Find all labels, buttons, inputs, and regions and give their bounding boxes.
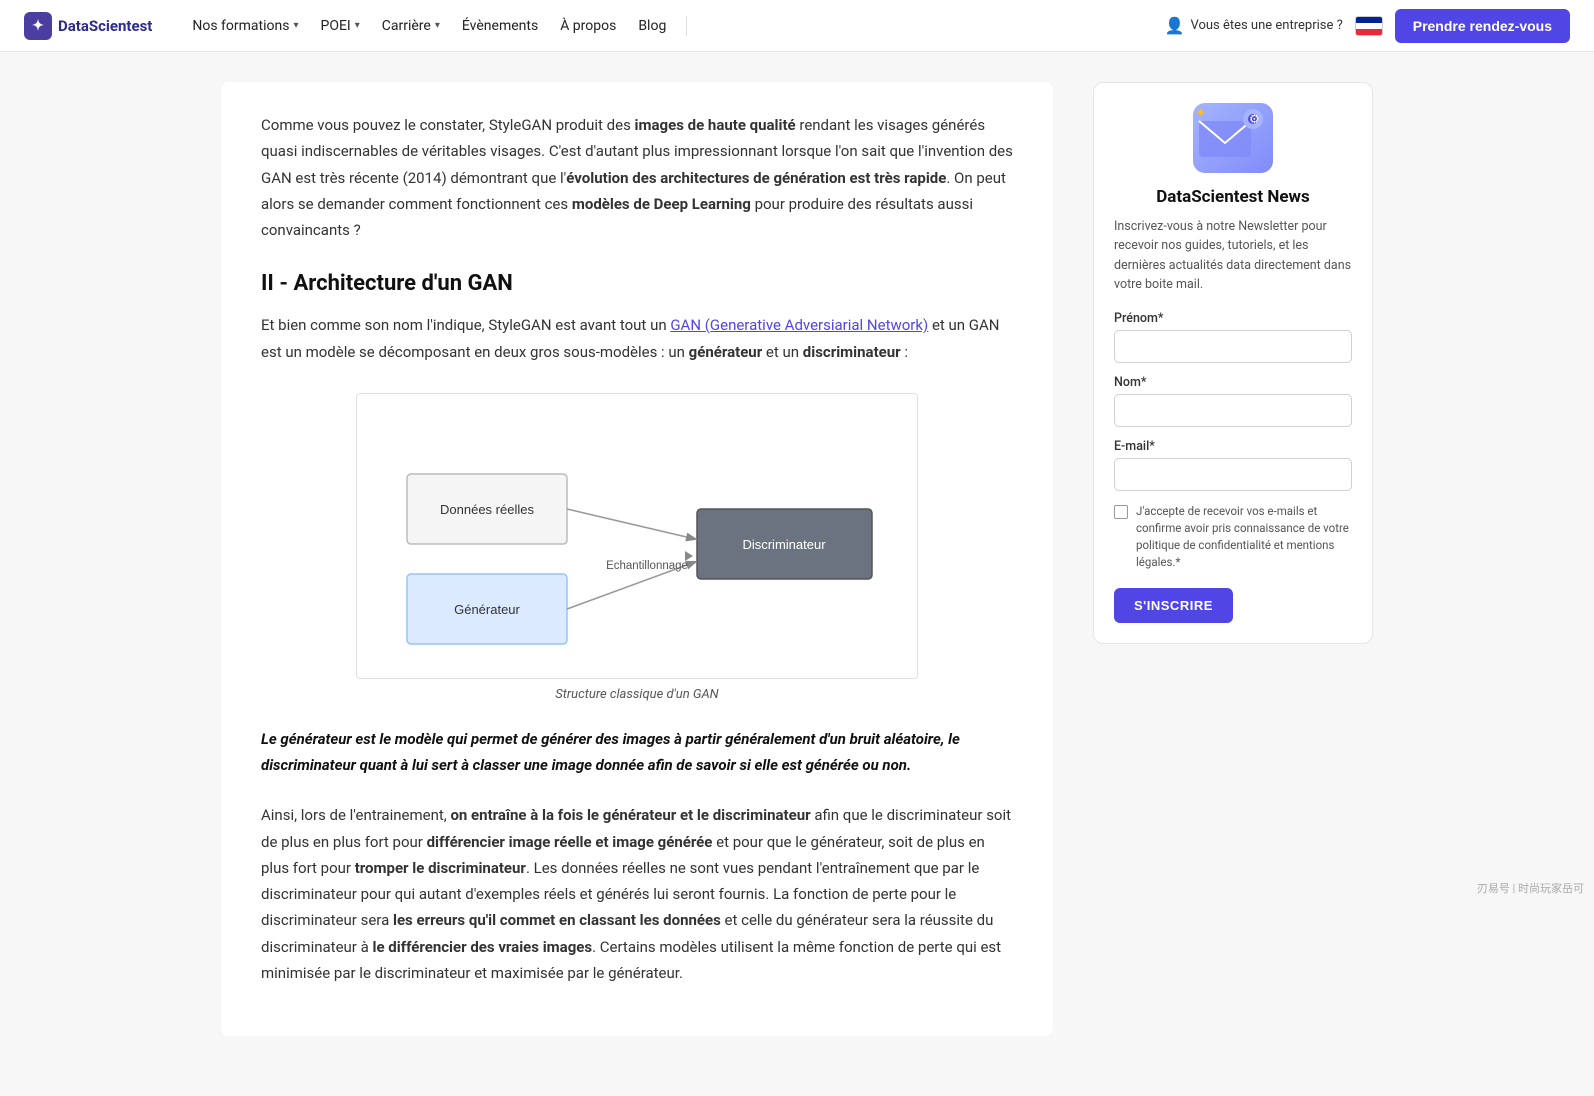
diagram-caption: Structure classique d'un GAN — [555, 687, 718, 702]
svg-text:Données réelles: Données réelles — [440, 502, 534, 517]
subscribe-button[interactable]: S'INSCRIRE — [1114, 588, 1233, 623]
nav-a-propos[interactable]: À propos — [550, 12, 626, 40]
consent-checkbox[interactable] — [1114, 505, 1128, 519]
body-paragraph-1: Et bien comme son nom l'indique, StyleGA… — [261, 312, 1013, 365]
diagram-svg: Données réelles Générateur Discriminateu… — [356, 393, 918, 679]
email-group: E-mail* — [1114, 439, 1352, 491]
svg-text:Discriminateur: Discriminateur — [742, 537, 826, 552]
chevron-down-icon: ▾ — [435, 20, 440, 31]
newsletter-card: ⚙ ✦ DataScientest News Inscrivez-vous à … — [1093, 82, 1373, 644]
svg-text:✦: ✦ — [1195, 106, 1206, 121]
body-paragraph-2: Ainsi, lors de l'entrainement, on entraî… — [261, 802, 1013, 986]
svg-text:Echantillonnage: Echantillonnage — [606, 560, 688, 572]
logo-text: DataScientest — [58, 17, 152, 35]
watermark: 刃易号 | 时尚玩家岳可 — [1477, 880, 1584, 896]
section-heading: II - Architecture d'un GAN — [261, 271, 1013, 296]
newsletter-illustration: ⚙ ✦ — [1193, 103, 1273, 173]
navbar: ✦ DataScientest Nos formations ▾ POEI ▾ … — [0, 0, 1594, 52]
email-label: E-mail* — [1114, 439, 1352, 454]
logo-icon: ✦ — [24, 12, 52, 40]
svg-text:⚙: ⚙ — [1249, 112, 1260, 126]
nav-evenements[interactable]: Évènements — [452, 12, 548, 40]
intro-paragraph: Comme vous pouvez le constater, StyleGAN… — [261, 112, 1013, 243]
highlighted-quote: Le générateur est le modèle qui permet d… — [261, 726, 1013, 779]
page-wrapper: Comme vous pouvez le constater, StyleGAN… — [197, 52, 1397, 1096]
newsletter-form: Prénom* Nom* E-mail* J'accepte de recevo… — [1114, 311, 1352, 623]
nom-input[interactable] — [1114, 394, 1352, 427]
email-input[interactable] — [1114, 458, 1352, 491]
gan-link[interactable]: GAN (Generative Adversiarial Network) — [670, 316, 928, 334]
nom-group: Nom* — [1114, 375, 1352, 427]
chevron-down-icon: ▾ — [293, 20, 298, 31]
logo[interactable]: ✦ DataScientest — [24, 12, 152, 40]
gan-diagram-svg: Données réelles Générateur Discriminateu… — [377, 414, 897, 654]
enterprise-icon: 👤 — [1165, 16, 1185, 35]
enterprise-button[interactable]: 👤 Vous êtes une entreprise ? — [1165, 16, 1343, 35]
newsletter-desc: Inscrivez-vous à notre Newsletter pour r… — [1114, 217, 1352, 295]
svg-text:Générateur: Générateur — [454, 602, 520, 617]
newsletter-svg-icon: ⚙ ✦ — [1193, 103, 1273, 173]
sidebar: ⚙ ✦ DataScientest News Inscrivez-vous à … — [1093, 82, 1373, 1036]
nav-blog[interactable]: Blog — [628, 12, 676, 40]
prenom-input[interactable] — [1114, 330, 1352, 363]
nav-right: 👤 Vous êtes une entreprise ? Prendre ren… — [1165, 9, 1570, 43]
nav-separator — [686, 16, 687, 36]
newsletter-icon-wrap: ⚙ ✦ — [1114, 103, 1352, 173]
cta-button[interactable]: Prendre rendez-vous — [1395, 9, 1570, 43]
chevron-down-icon: ▾ — [355, 20, 360, 31]
nom-label: Nom* — [1114, 375, 1352, 390]
prenom-label: Prénom* — [1114, 311, 1352, 326]
nav-poei[interactable]: POEI ▾ — [311, 12, 370, 40]
nav-links: Nos formations ▾ POEI ▾ Carrière ▾ Évène… — [182, 12, 1164, 40]
newsletter-title: DataScientest News — [1114, 187, 1352, 207]
consent-row: J'accepte de recevoir vos e-mails et con… — [1114, 503, 1352, 572]
prenom-group: Prénom* — [1114, 311, 1352, 363]
main-content: Comme vous pouvez le constater, StyleGAN… — [221, 82, 1053, 1036]
nav-nos-formations[interactable]: Nos formations ▾ — [182, 12, 308, 40]
language-flag[interactable] — [1355, 16, 1383, 36]
diagram-container: Données réelles Générateur Discriminateu… — [261, 393, 1013, 702]
consent-text: J'accepte de recevoir vos e-mails et con… — [1136, 503, 1352, 572]
nav-carriere[interactable]: Carrière ▾ — [372, 12, 450, 40]
